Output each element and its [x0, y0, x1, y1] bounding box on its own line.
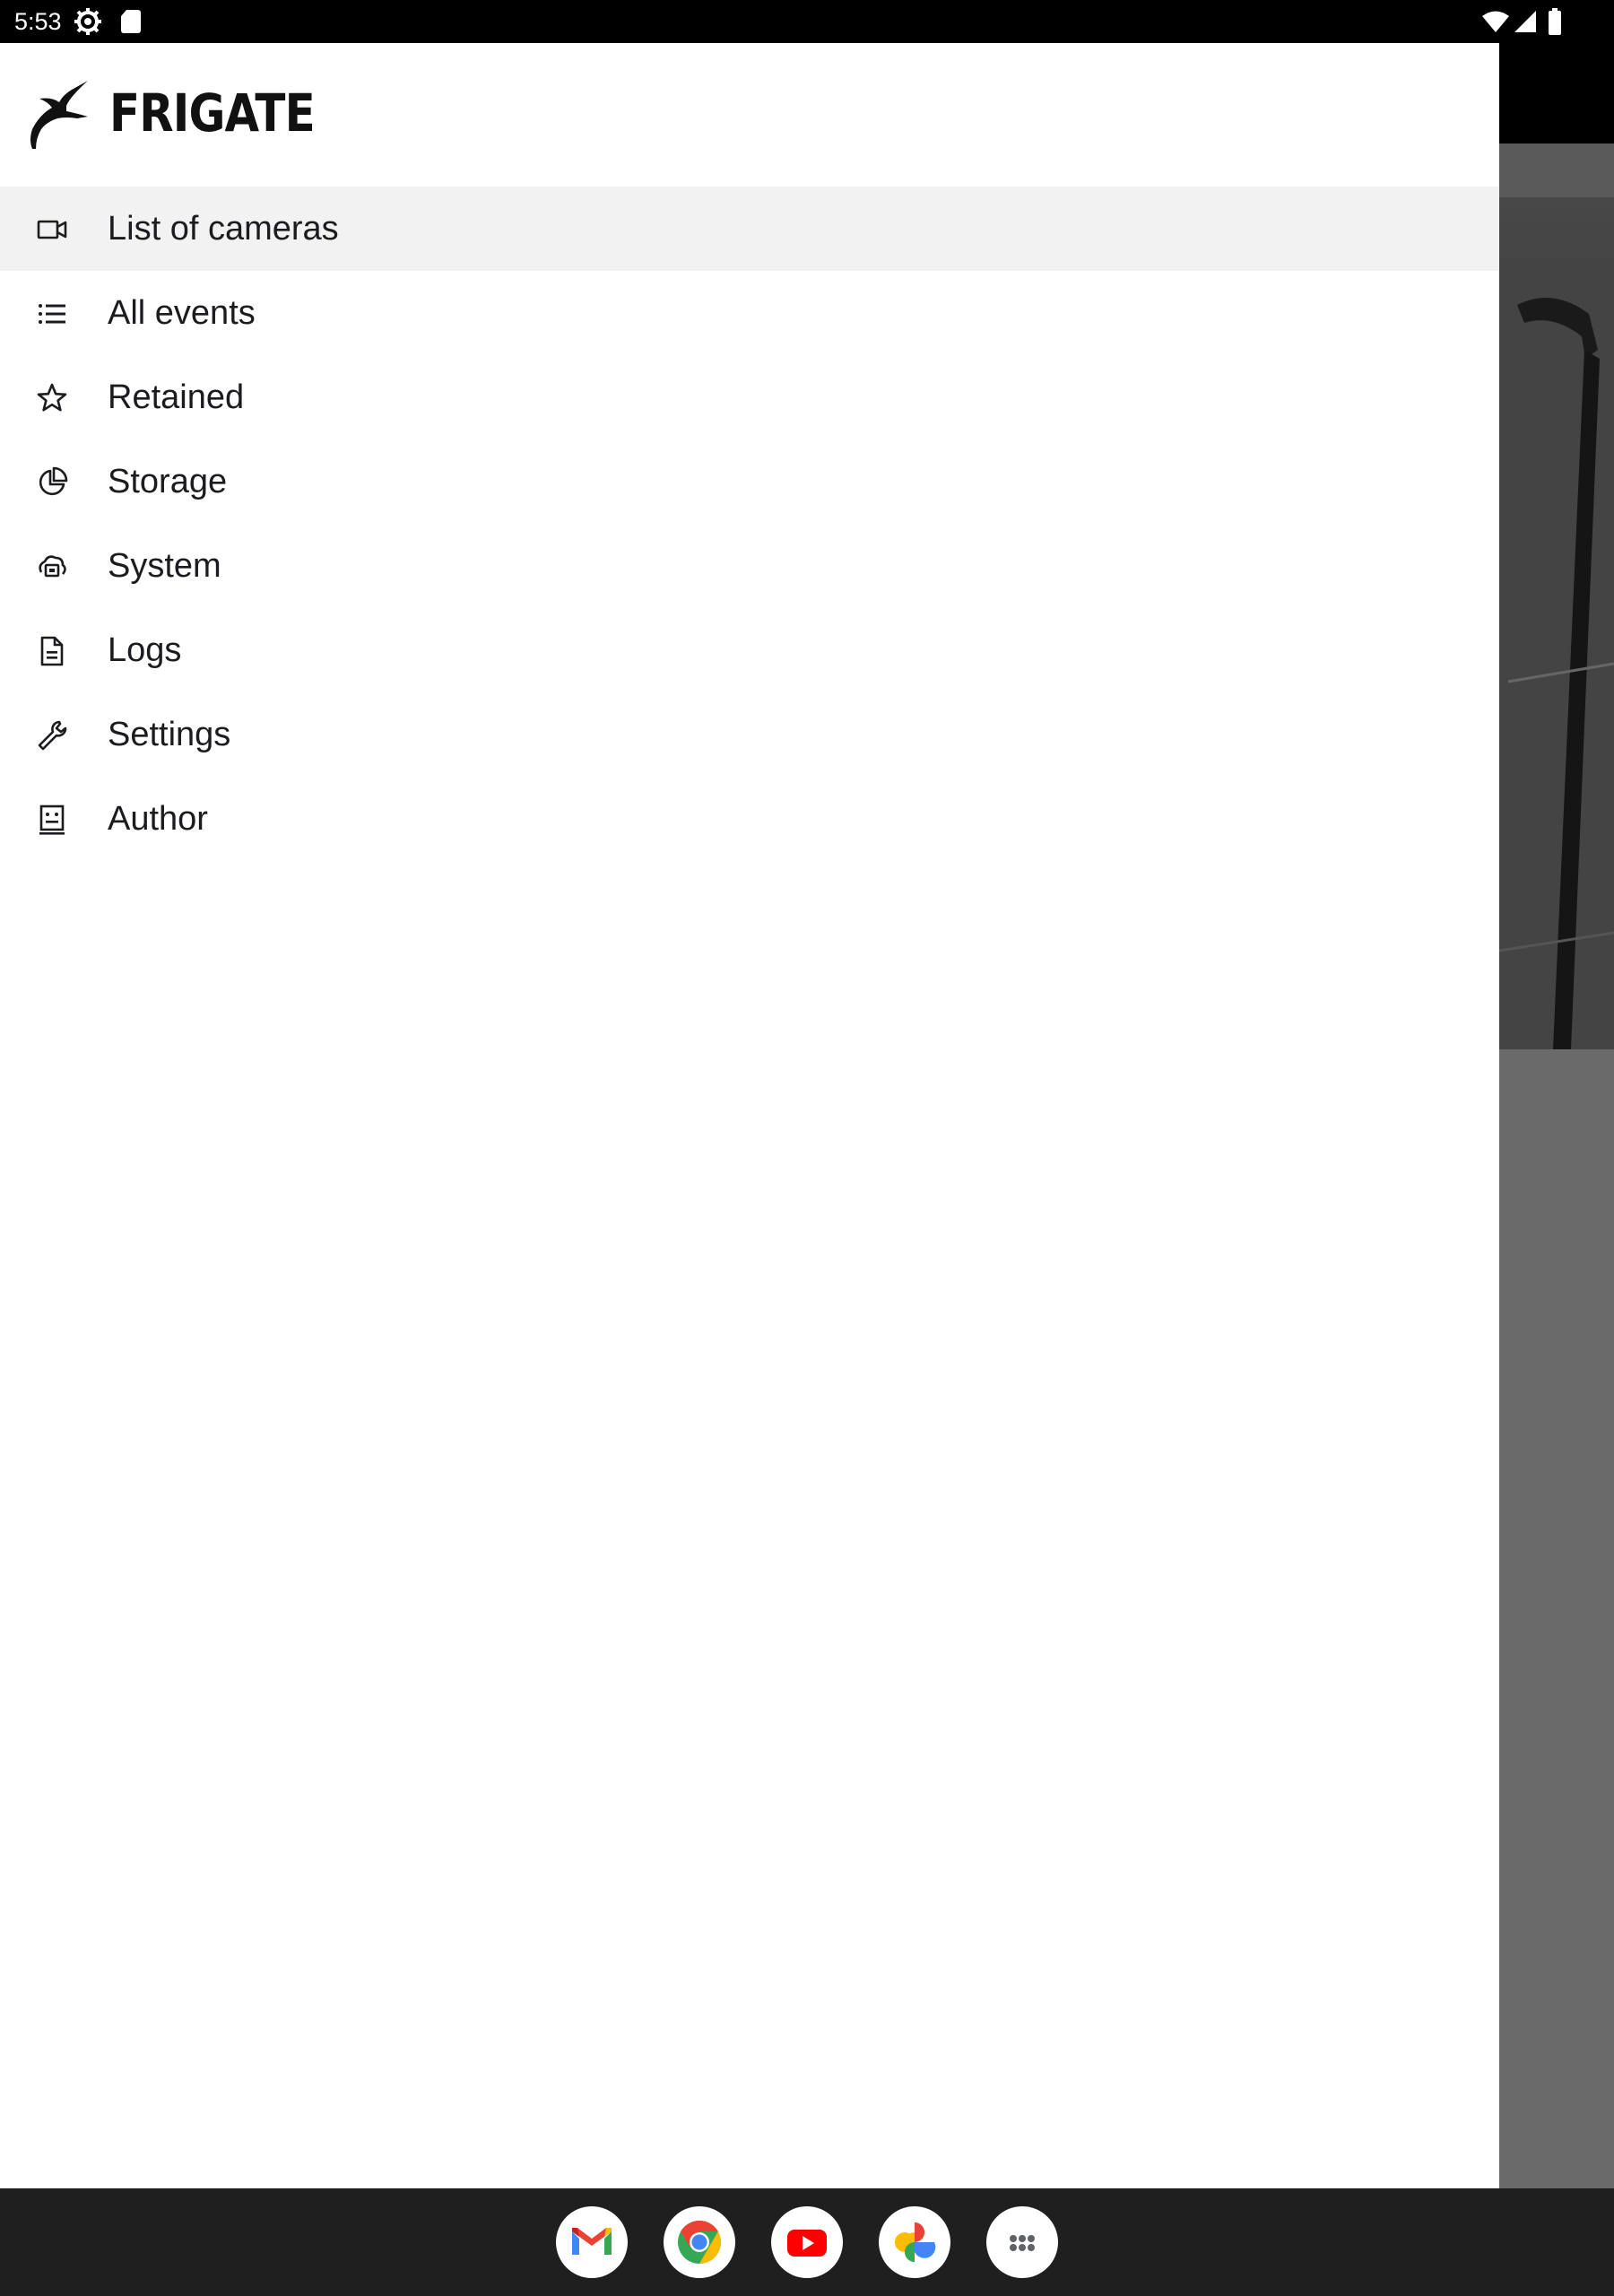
signal-icon: [1514, 11, 1536, 32]
drawer-header: FRIGATE: [0, 43, 1499, 187]
menu-item-settings[interactable]: Settings: [0, 692, 1499, 777]
status-time: 5:53: [14, 8, 62, 35]
menu-item-label: All events: [108, 294, 256, 332]
drawer-menu: List of cameras All events Retained Stor…: [0, 187, 1499, 861]
chrome-icon[interactable]: [664, 2206, 735, 2278]
document-icon: [36, 635, 68, 667]
menu-item-label: Author: [108, 800, 208, 838]
app-name: FRIGATE: [109, 83, 316, 144]
background-toolbar: [1499, 43, 1614, 144]
youtube-icon[interactable]: [771, 2206, 843, 2278]
wifi-icon: [1482, 11, 1509, 32]
menu-item-logs[interactable]: Logs: [0, 608, 1499, 692]
wrench-icon: [36, 719, 68, 752]
author-icon: [36, 804, 68, 836]
menu-item-label: Storage: [108, 463, 228, 500]
background-camera-feed: [1499, 144, 1614, 1049]
status-bar: 5:53: [0, 0, 1614, 43]
google-photos-icon[interactable]: [879, 2206, 950, 2278]
menu-item-system[interactable]: System: [0, 524, 1499, 608]
star-icon: [36, 382, 68, 414]
sd-card-icon: [121, 10, 141, 33]
app-drawer-icon[interactable]: [986, 2206, 1058, 2278]
list-icon: [36, 298, 68, 330]
gear-icon: [74, 8, 101, 35]
videocam-icon: [36, 213, 68, 246]
menu-item-list-of-cameras[interactable]: List of cameras: [0, 187, 1499, 271]
menu-item-all-events[interactable]: All events: [0, 271, 1499, 355]
menu-item-label: Settings: [108, 716, 231, 753]
taskbar: [0, 2188, 1614, 2296]
gmail-icon[interactable]: [556, 2206, 628, 2278]
menu-item-storage[interactable]: Storage: [0, 439, 1499, 524]
menu-item-label: System: [108, 547, 221, 585]
menu-item-label: Retained: [108, 378, 245, 416]
menu-item-label: List of cameras: [108, 210, 339, 248]
menu-item-author[interactable]: Author: [0, 777, 1499, 861]
frigate-bird-logo: [30, 81, 88, 149]
menu-item-label: Logs: [108, 631, 182, 669]
navigation-drawer: FRIGATE List of cameras All events Retai…: [0, 43, 1499, 2188]
system-icon: [36, 551, 68, 583]
menu-item-retained[interactable]: Retained: [0, 355, 1499, 439]
pie-chart-icon: [36, 466, 68, 499]
battery-icon: [1549, 8, 1561, 35]
